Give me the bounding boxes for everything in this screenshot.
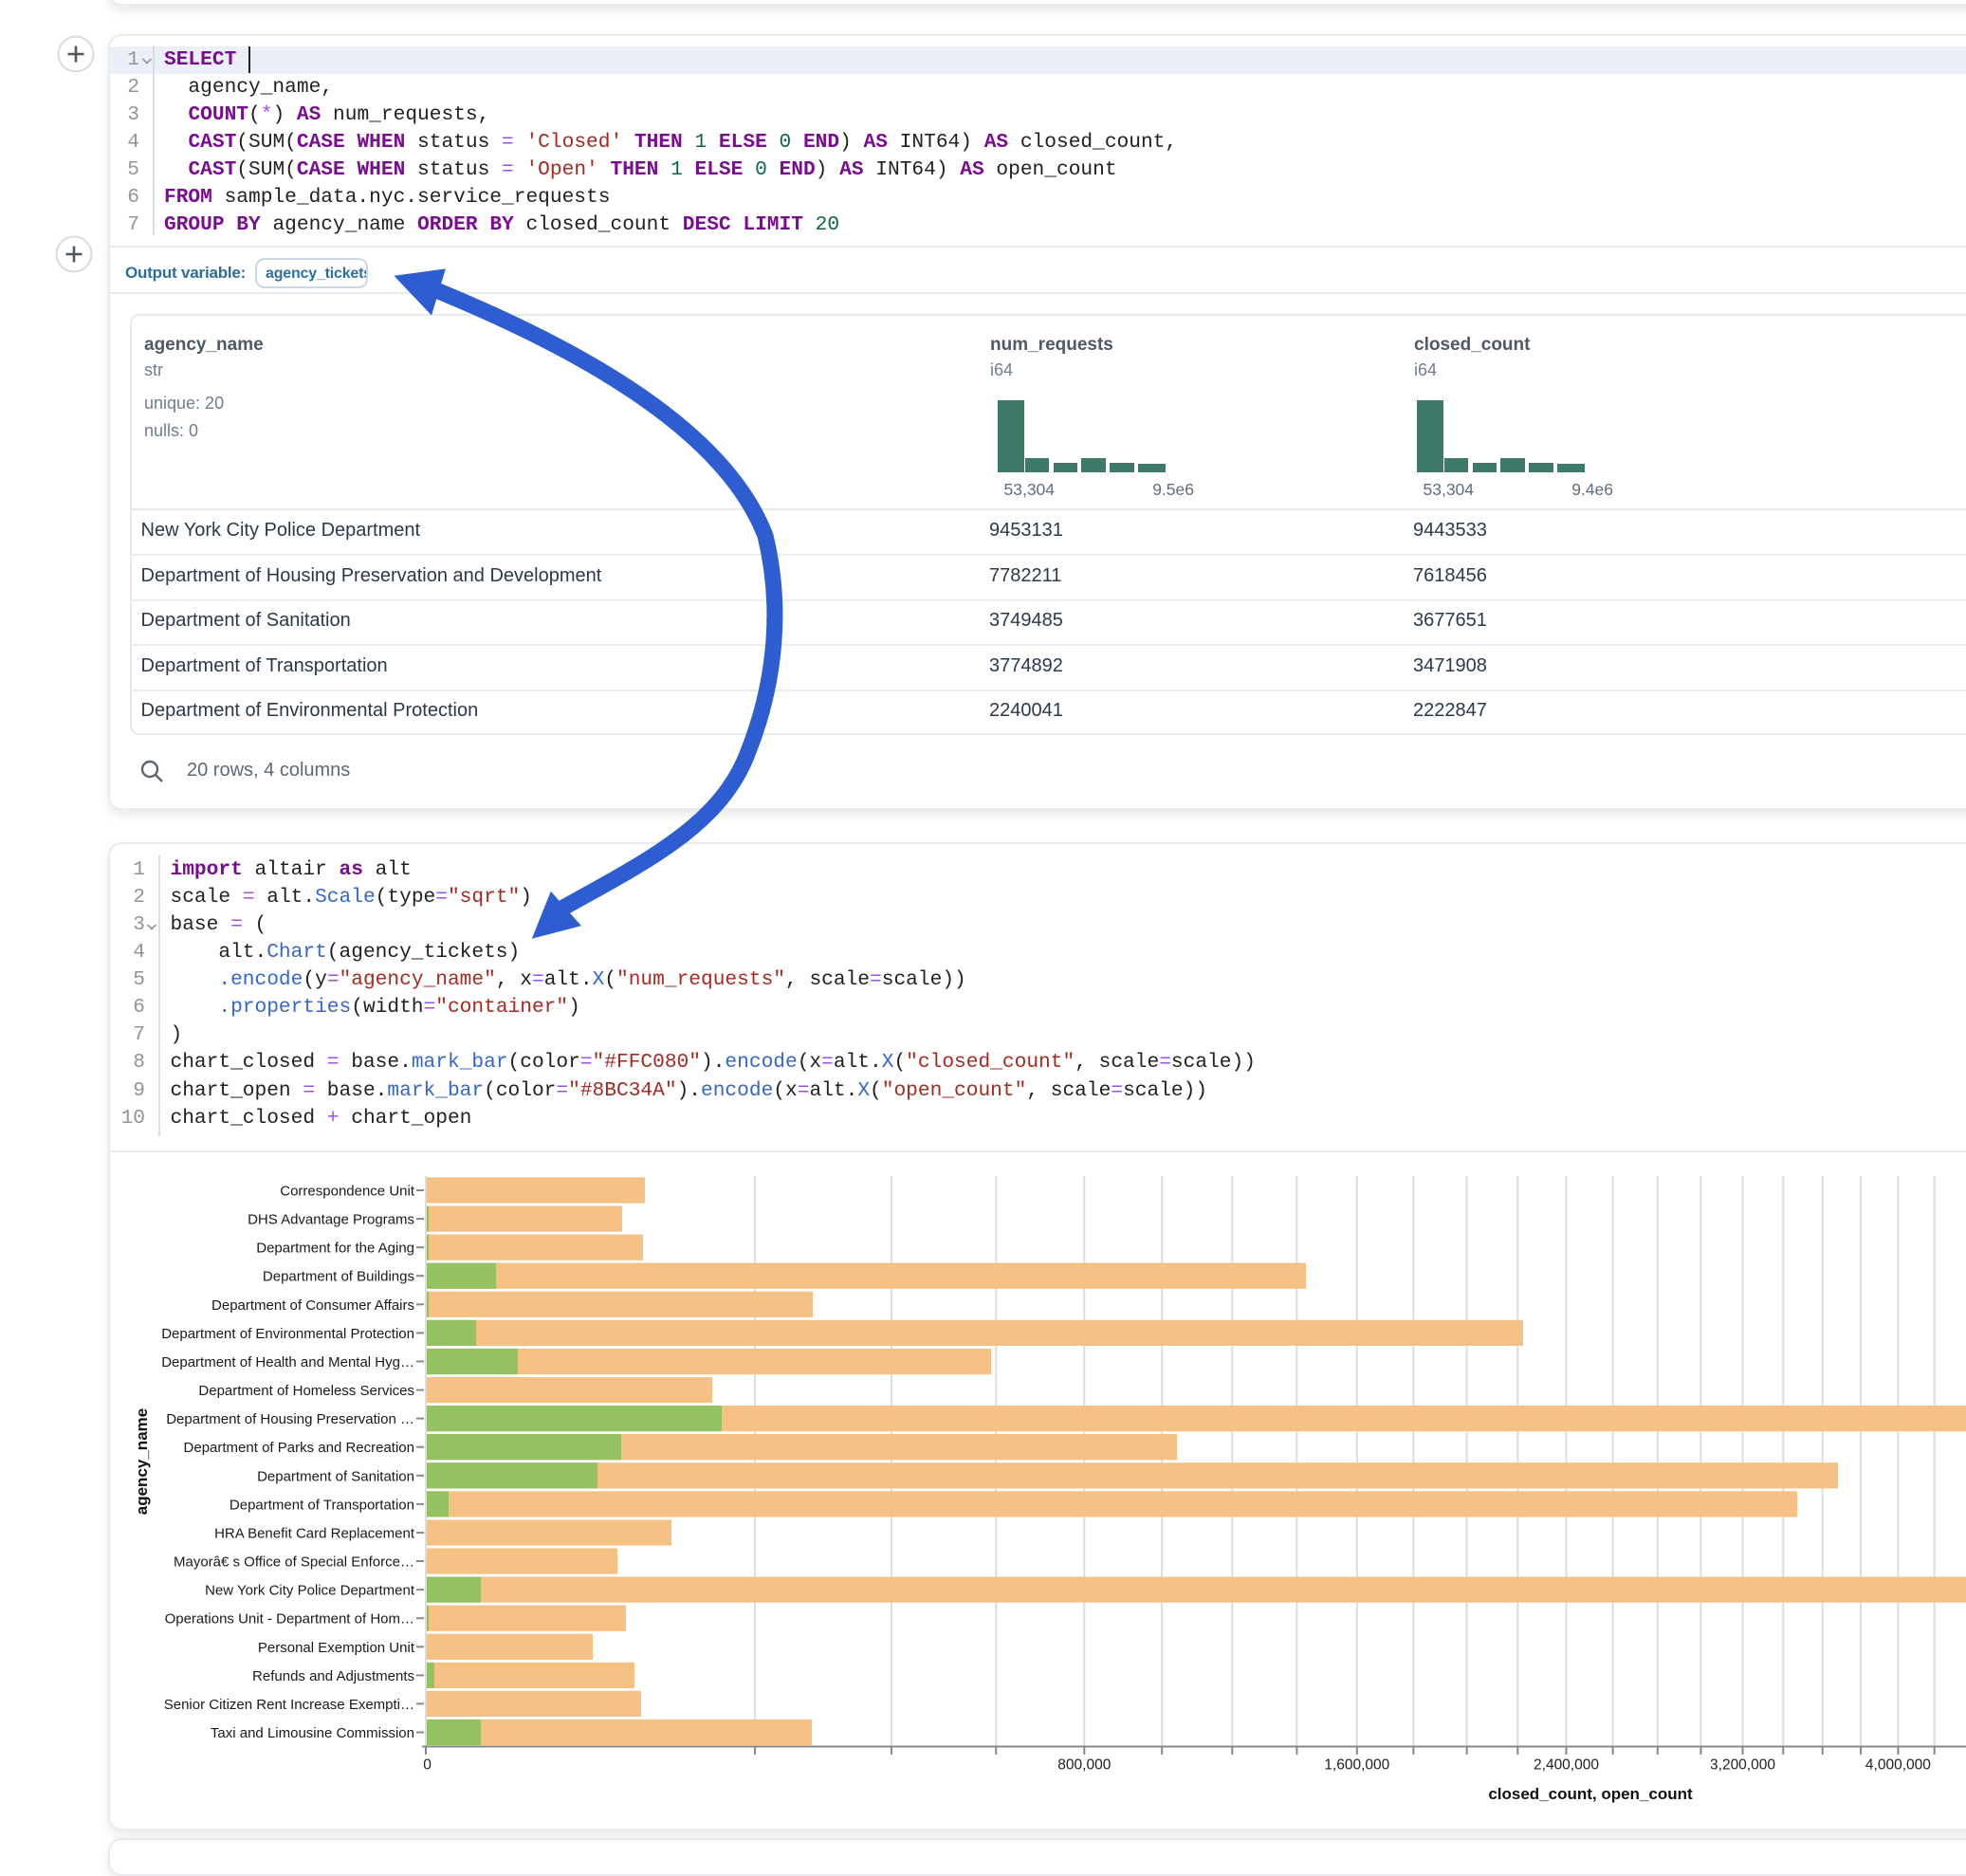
svg-text:0: 0 — [423, 1757, 432, 1774]
svg-text:1,600,000: 1,600,000 — [1324, 1757, 1389, 1774]
svg-text:HRA Benefit Card Replacement: HRA Benefit Card Replacement — [214, 1526, 415, 1542]
svg-text:Taxi and Limousine Commission: Taxi and Limousine Commission — [211, 1725, 414, 1741]
svg-text:closed_count, open_count: closed_count, open_count — [1488, 1785, 1693, 1803]
svg-text:Operations Unit - Department o: Operations Unit - Department of Hom… — [165, 1611, 414, 1628]
svg-text:Department of Parks and Recrea: Department of Parks and Recreation — [184, 1440, 414, 1456]
svg-text:800,000: 800,000 — [1057, 1757, 1111, 1774]
svg-text:3,200,000: 3,200,000 — [1710, 1757, 1775, 1774]
svg-text:Senior Citizen Rent Increase E: Senior Citizen Rent Increase Exempti… — [164, 1697, 414, 1713]
svg-text:Department of Buildings: Department of Buildings — [263, 1269, 414, 1285]
svg-text:Refunds and Adjustments: Refunds and Adjustments — [252, 1668, 414, 1684]
svg-text:4,000,000: 4,000,000 — [1865, 1757, 1931, 1774]
svg-text:Department of Sanitation: Department of Sanitation — [257, 1468, 414, 1484]
svg-text:Personal Exemption Unit: Personal Exemption Unit — [258, 1640, 415, 1656]
svg-text:Department of Health and Menta: Department of Health and Mental Hyg… — [161, 1354, 414, 1370]
svg-text:2,400,000: 2,400,000 — [1534, 1757, 1599, 1774]
svg-text:New York City Police Departmen: New York City Police Department — [205, 1583, 415, 1599]
svg-text:Correspondence Unit: Correspondence Unit — [280, 1184, 415, 1200]
svg-text:DHS Advantage Programs: DHS Advantage Programs — [248, 1212, 414, 1228]
svg-text:Department for the Aging: Department for the Aging — [256, 1241, 414, 1257]
svg-text:agency_name: agency_name — [133, 1408, 151, 1515]
svg-text:Department of Transportation: Department of Transportation — [230, 1497, 414, 1513]
svg-text:Department of Homeless Service: Department of Homeless Services — [198, 1383, 414, 1399]
svg-text:Department of Environmental Pr: Department of Environmental Protection — [161, 1326, 414, 1342]
svg-text:Department of Consumer Affairs: Department of Consumer Affairs — [211, 1297, 414, 1314]
svg-text:Department of Housing Preserva: Department of Housing Preservation … — [166, 1411, 414, 1427]
svg-text:Mayorâ€ s Office of Special En: Mayorâ€ s Office of Special Enforce… — [174, 1554, 414, 1571]
